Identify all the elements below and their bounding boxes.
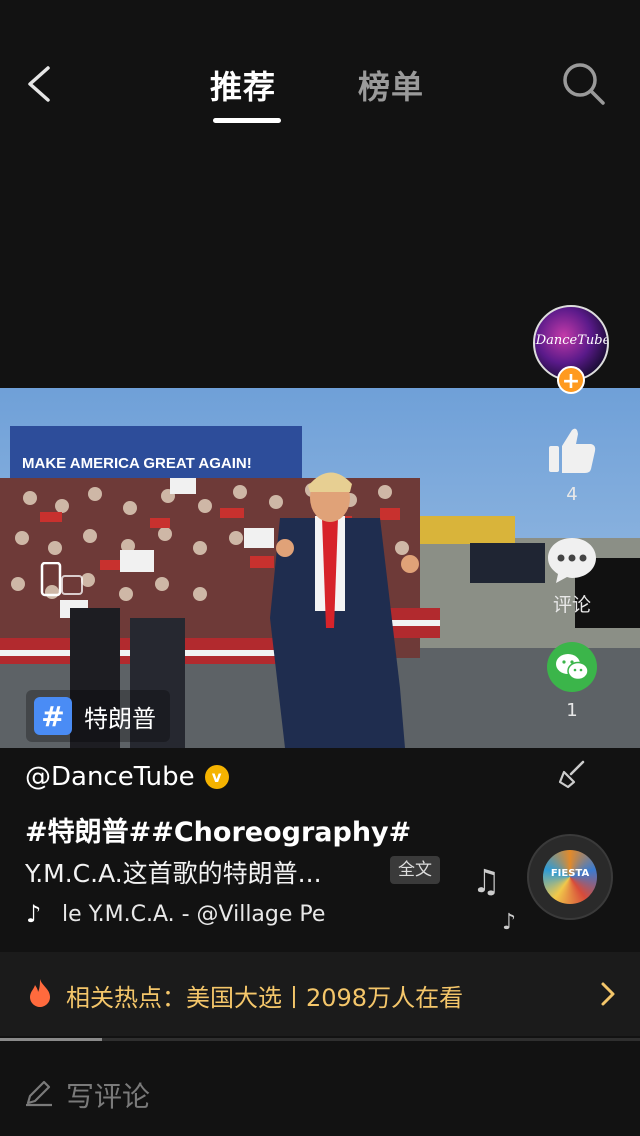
back-arrow-icon[interactable] (22, 62, 62, 106)
like-count: 4 (566, 484, 578, 505)
plus-icon: + (561, 369, 581, 394)
disc-label: FIESTA (550, 868, 590, 879)
topic-tag[interactable]: # 特朗普 (26, 690, 170, 742)
share-count: 1 (566, 700, 578, 721)
wechat-icon (556, 654, 589, 681)
music-note-icon: ♪ (502, 910, 517, 935)
music-title[interactable]: le Y.M.C.A. - @Village Pe (62, 902, 352, 927)
post-hashtags[interactable]: #特朗普##Choreography# (25, 810, 411, 849)
wechat-share-button[interactable] (547, 642, 597, 692)
search-icon[interactable] (560, 60, 608, 108)
avatar-logo-text: DanceTube (535, 333, 609, 348)
thumbs-up-icon[interactable] (546, 424, 598, 476)
top-nav: 推荐 榜单 (0, 0, 640, 140)
hot-topic-text: 相关热点：美国大选丨2098万人在看 (66, 984, 464, 1012)
flame-icon (30, 979, 50, 1007)
author-handle-row[interactable]: @DanceTube v (25, 762, 229, 792)
music-note-icon: ♪ (26, 900, 42, 928)
expand-fulltext-button[interactable]: 全文 (390, 856, 440, 884)
broom-icon[interactable] (556, 758, 588, 790)
active-tab-indicator (213, 118, 281, 123)
author-handle[interactable]: @DanceTube (25, 762, 195, 792)
orientation-icon[interactable] (40, 562, 84, 598)
music-disc[interactable]: FIESTA (527, 834, 613, 920)
comment-input[interactable]: 写评论 (0, 1041, 640, 1136)
related-hot-topic[interactable]: 相关热点：美国大选丨2098万人在看 (0, 952, 640, 1036)
comment-icon[interactable] (546, 534, 598, 586)
pen-icon (26, 1080, 52, 1107)
music-note-icon: ♫ (472, 862, 501, 900)
comment-placeholder: 写评论 (66, 1080, 151, 1113)
hashtag-icon: # (34, 697, 72, 735)
comment-label: 评论 (552, 594, 591, 616)
tab-recommended[interactable]: 推荐 (210, 62, 276, 108)
verified-icon: v (204, 765, 229, 789)
post-description: Y.M.C.A.这首歌的特朗普... (25, 859, 322, 888)
follow-button[interactable]: + (557, 366, 585, 394)
tab-ranking[interactable]: 榜单 (358, 62, 424, 108)
chevron-right-icon (601, 982, 615, 1006)
banner-text: MAKE AMERICA GREAT AGAIN! (22, 455, 252, 472)
topic-tag-label: 特朗普 (84, 704, 156, 733)
